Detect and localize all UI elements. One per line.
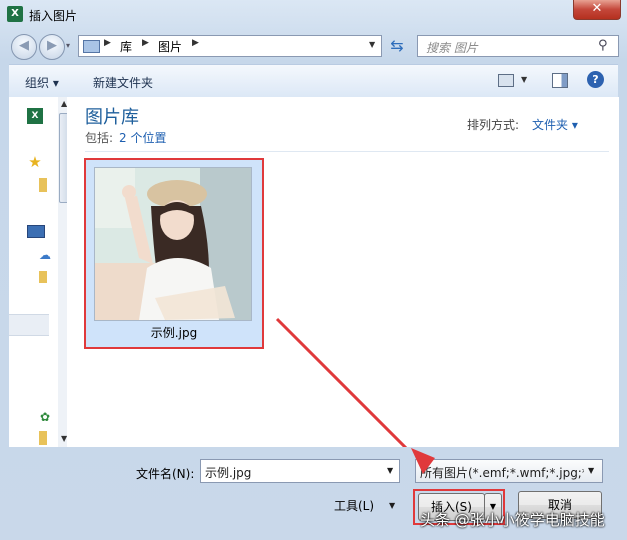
annotation-arrow <box>275 317 408 447</box>
search-input[interactable]: 搜索 图片 ⚲ <box>417 35 619 57</box>
favorites-star-icon[interactable]: ★ <box>27 154 43 170</box>
navigation-pane: X ★ ☁ ✿ ▲ ▼ <box>9 97 73 447</box>
preview-pane-icon[interactable] <box>552 73 568 88</box>
view-dropdown-icon[interactable]: ▼ <box>521 75 527 84</box>
insert-picture-dialog: X 插入图片 ✕ ◀ ▶ ▾ ▶ 库 ▶ 图片 ▶ ▼ ⇆ 搜索 图片 ⚲ 组织… <box>0 0 627 540</box>
nav-divider <box>9 314 49 336</box>
computer-icon[interactable] <box>27 225 45 238</box>
filename-dropdown-icon[interactable]: ▼ <box>387 466 393 475</box>
file-type-dropdown-icon[interactable]: ▼ <box>588 466 594 475</box>
close-button[interactable]: ✕ <box>573 0 621 20</box>
filename-label: 文件名(N): <box>136 467 195 481</box>
title-bar: X 插入图片 ✕ <box>0 0 627 30</box>
network-icon[interactable]: ✿ <box>37 409 53 425</box>
back-button[interactable]: ◀ <box>11 34 37 60</box>
view-options-icon[interactable] <box>498 74 514 87</box>
recent-pages-dropdown[interactable]: ▾ <box>66 41 70 50</box>
new-folder-button[interactable]: 新建文件夹 <box>93 74 153 91</box>
filename-input[interactable]: 示例.jpg ▼ <box>200 459 400 483</box>
tools-dropdown-icon[interactable]: ▼ <box>389 501 395 510</box>
cloud-icon[interactable]: ☁ <box>37 247 53 263</box>
search-icon[interactable]: ⚲ <box>598 38 608 53</box>
breadcrumb-separator-icon[interactable]: ▶ <box>104 38 111 48</box>
address-bar[interactable]: ▶ 库 ▶ 图片 ▶ ▼ <box>78 35 382 57</box>
address-dropdown-icon[interactable]: ▼ <box>369 40 375 49</box>
library-icon <box>83 40 100 53</box>
folder-icon[interactable] <box>39 431 47 445</box>
refresh-icon[interactable]: ⇆ <box>386 35 408 57</box>
watermark-text: 头条 @张小小筱学电脑技能 <box>420 511 605 529</box>
command-toolbar: 组织 ▾ 新建文件夹 ▼ ? <box>9 64 618 98</box>
search-placeholder: 搜索 图片 <box>426 41 478 55</box>
breadcrumb-library[interactable]: 库 <box>120 38 132 55</box>
excel-icon: X <box>7 6 23 22</box>
window-title: 插入图片 <box>29 9 78 23</box>
excel-icon[interactable]: X <box>27 108 43 124</box>
breadcrumb-pictures[interactable]: 图片 <box>158 38 182 55</box>
breadcrumb-separator-icon[interactable]: ▶ <box>142 38 149 48</box>
tools-menu[interactable]: 工具(L) <box>334 497 374 514</box>
organize-menu[interactable]: 组织 ▾ <box>25 74 59 91</box>
folder-icon[interactable] <box>39 271 47 283</box>
annotation-arrowhead <box>411 448 435 474</box>
filename-value: 示例.jpg <box>205 466 252 480</box>
folder-icon[interactable] <box>39 178 47 192</box>
help-icon[interactable]: ? <box>587 71 604 88</box>
breadcrumb-separator-icon[interactable]: ▶ <box>192 38 199 48</box>
file-list-pane: 图片库 包括: 2 个位置 排列方式: 文件夹 ▾ 示例.jpg <box>67 97 619 447</box>
forward-button[interactable]: ▶ <box>39 34 65 60</box>
